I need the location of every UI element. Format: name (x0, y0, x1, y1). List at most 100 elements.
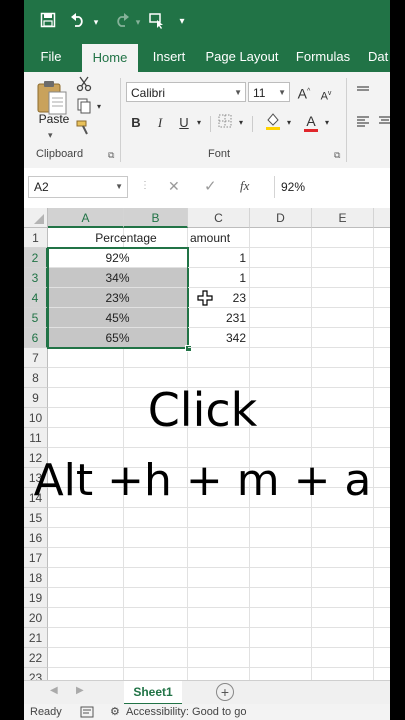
grid-cell[interactable] (250, 348, 312, 368)
grid-cell[interactable] (250, 508, 312, 528)
grid-cell[interactable] (374, 668, 390, 680)
accessibility-status[interactable]: Accessibility: Good to go (126, 704, 246, 720)
grid-cell[interactable] (374, 628, 390, 648)
column-header-b[interactable]: B (124, 208, 188, 228)
paste-label[interactable]: Paste (34, 112, 74, 126)
scroll-right-icon[interactable]: ▶ (76, 685, 84, 696)
grid-cell[interactable] (124, 528, 188, 548)
grid-cell[interactable] (188, 648, 250, 668)
grid-cell[interactable] (312, 268, 374, 288)
grid-cell[interactable] (374, 328, 390, 348)
row-header[interactable]: 19 (24, 588, 48, 608)
grid-cell[interactable] (374, 248, 390, 268)
grid-cell[interactable] (312, 528, 374, 548)
top-align-icon[interactable] (354, 82, 372, 100)
grid-cell[interactable] (48, 528, 124, 548)
grid-cell[interactable] (188, 568, 250, 588)
grid-cell[interactable] (312, 288, 374, 308)
grid-cell[interactable] (250, 668, 312, 680)
grid-cell[interactable] (250, 568, 312, 588)
grid-cell[interactable] (250, 548, 312, 568)
align-left-icon[interactable] (354, 114, 372, 132)
row-header[interactable]: 23 (24, 668, 48, 680)
fill-color-icon[interactable] (264, 112, 282, 135)
row-header[interactable]: 22 (24, 648, 48, 668)
paste-dropdown-icon[interactable]: ▾ (48, 130, 53, 141)
grid-cell[interactable] (250, 228, 312, 248)
grid-cell[interactable] (312, 308, 374, 328)
copy-dropdown-icon[interactable]: ▾ (94, 98, 104, 116)
grid-cell[interactable] (312, 568, 374, 588)
format-painter-icon[interactable] (74, 120, 94, 141)
bold-button[interactable]: B (128, 114, 144, 132)
borders-icon[interactable] (216, 114, 234, 133)
grid-cell[interactable] (188, 628, 250, 648)
grid-cell[interactable] (312, 588, 374, 608)
decrease-font-size-button[interactable]: Av (318, 85, 334, 106)
grid-cell[interactable] (312, 648, 374, 668)
undo-icon[interactable] (68, 12, 90, 32)
grid-cell[interactable] (312, 668, 374, 680)
grid-cell[interactable] (250, 588, 312, 608)
cell-c3[interactable]: 1 (188, 268, 250, 288)
grid-cell[interactable] (48, 668, 124, 680)
scroll-left-icon[interactable]: ◀ (50, 685, 58, 696)
font-color-dropdown-icon[interactable]: ▾ (322, 114, 332, 132)
name-box[interactable]: A2 ▼ (28, 176, 128, 198)
row-header[interactable]: 5 (24, 308, 48, 328)
sheet-tab-sheet1[interactable]: Sheet1 (124, 681, 182, 705)
grid-cell[interactable] (124, 548, 188, 568)
grid-cell[interactable] (374, 508, 390, 528)
tab-page-layout[interactable]: Page Layout (202, 42, 282, 72)
font-name-select[interactable]: Calibri ▼ (126, 82, 246, 102)
tab-formulas[interactable]: Formulas (290, 42, 356, 72)
confirm-entry-icon[interactable]: ✓ (204, 177, 217, 195)
grid-cell[interactable] (374, 528, 390, 548)
grid-cell[interactable] (188, 608, 250, 628)
font-size-select[interactable]: 11 ▼ (248, 82, 290, 102)
grid-cell[interactable] (188, 548, 250, 568)
grid-cell[interactable] (124, 628, 188, 648)
redo-dropdown-icon[interactable]: ▾ (132, 12, 144, 32)
insert-function-icon[interactable]: fx (240, 178, 249, 194)
cell-a1[interactable]: Percentage (48, 228, 188, 248)
row-header[interactable]: 3 (24, 268, 48, 288)
cell-a4[interactable]: 23% (48, 288, 188, 308)
row-header[interactable]: 1 (24, 228, 48, 248)
column-header-a[interactable]: A (48, 208, 124, 228)
grid-cell[interactable] (124, 608, 188, 628)
grid-cell[interactable] (124, 668, 188, 680)
copy-icon[interactable] (74, 98, 94, 119)
row-header[interactable]: 7 (24, 348, 48, 368)
grid-cell[interactable] (374, 588, 390, 608)
grid-cell[interactable] (374, 348, 390, 368)
grid-cell[interactable] (374, 228, 390, 248)
grid-cell[interactable] (188, 348, 250, 368)
row-header[interactable]: 6 (24, 328, 48, 348)
grid-cell[interactable] (312, 328, 374, 348)
column-header-c[interactable]: C (188, 208, 250, 228)
borders-dropdown-icon[interactable]: ▾ (236, 114, 246, 132)
underline-dropdown-icon[interactable]: ▾ (194, 114, 204, 132)
select-all-button[interactable] (24, 208, 48, 228)
grid-cell[interactable] (374, 608, 390, 628)
grid-cell[interactable] (374, 568, 390, 588)
grid-cell[interactable] (374, 308, 390, 328)
grid-cell[interactable] (250, 648, 312, 668)
column-header-f[interactable] (374, 208, 390, 228)
grid-cell[interactable] (48, 348, 124, 368)
font-launcher-icon[interactable]: ⧉ (334, 150, 340, 161)
add-sheet-button[interactable]: + (216, 683, 234, 701)
grid-cell[interactable] (312, 548, 374, 568)
grid-cell[interactable] (312, 248, 374, 268)
grid-cell[interactable] (48, 588, 124, 608)
grid-cell[interactable] (312, 348, 374, 368)
row-header[interactable]: 20 (24, 608, 48, 628)
grid-cell[interactable] (188, 528, 250, 548)
cell-a6[interactable]: 65% (48, 328, 188, 348)
macro-record-icon[interactable] (80, 706, 94, 720)
grid-cell[interactable] (250, 268, 312, 288)
row-header[interactable]: 21 (24, 628, 48, 648)
cell-c5[interactable]: 231 (188, 308, 250, 328)
cell-a3[interactable]: 34% (48, 268, 188, 288)
